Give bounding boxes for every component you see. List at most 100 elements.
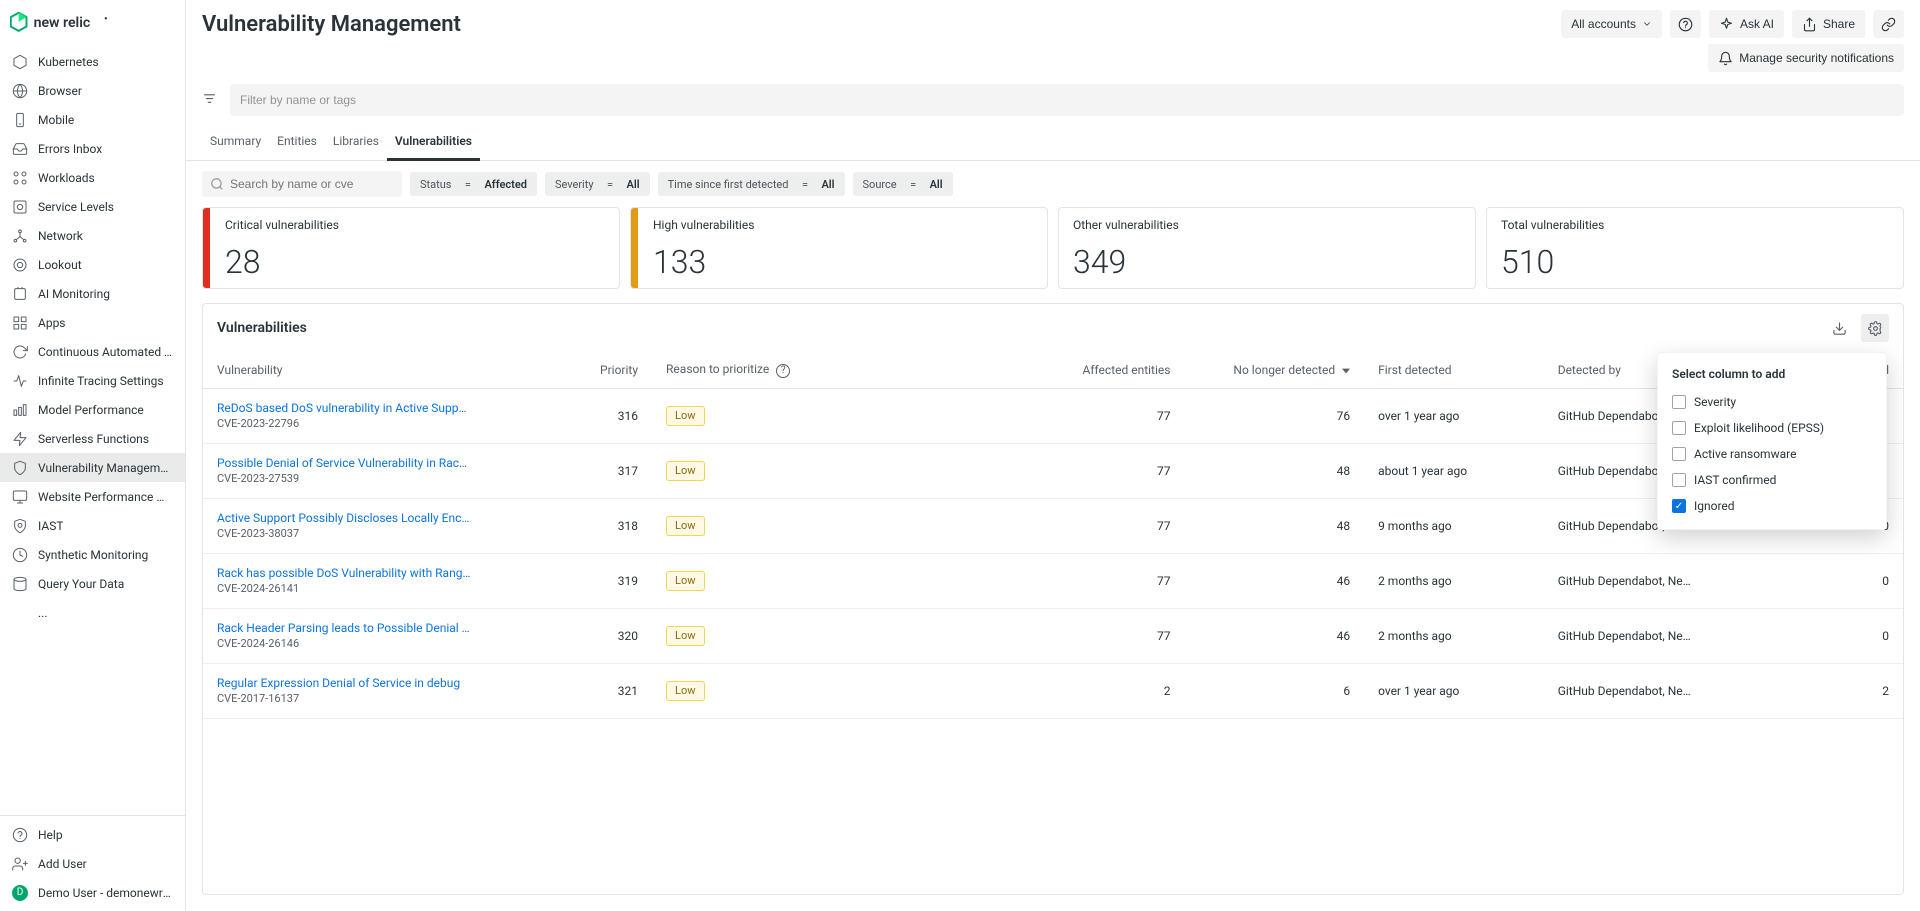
- add-user-link[interactable]: Add User: [0, 849, 185, 878]
- vulnerability-link[interactable]: ReDoS based DoS vulnerability in Active …: [217, 401, 467, 415]
- col-header-vulnerability[interactable]: Vulnerability: [203, 352, 562, 388]
- vulnerability-link[interactable]: Rack Header Parsing leads to Possible De…: [217, 621, 470, 635]
- sidebar-item-browser[interactable]: Browser: [0, 76, 185, 105]
- brand-logo[interactable]: new relic: [0, 0, 185, 47]
- vulnerability-link[interactable]: Possible Denial of Service Vulnerability…: [217, 456, 467, 470]
- sidebar-item-more[interactable]: ...: [0, 598, 185, 627]
- sidebar-item-mobile[interactable]: Mobile: [0, 105, 185, 134]
- cve-id: CVE-2024-26146: [217, 637, 548, 650]
- sidebar-item-label: Model Performance: [38, 403, 144, 417]
- vulnerability-link[interactable]: Rack has possible DoS Vulnerability with…: [217, 566, 470, 580]
- export-button[interactable]: [1825, 314, 1853, 342]
- table-section: Vulnerabilities Select column to add Sev…: [186, 303, 1920, 911]
- sidebar-item-tracing[interactable]: Infinite Tracing Settings: [0, 366, 185, 395]
- copy-link-button[interactable]: [1873, 10, 1904, 38]
- column-option-ignored[interactable]: ✓ Ignored: [1658, 493, 1886, 519]
- severity-pill: Low: [666, 681, 704, 701]
- severity-pill: Low: [666, 571, 704, 591]
- tab-entities[interactable]: Entities: [269, 126, 325, 161]
- add-user-icon: [12, 856, 28, 872]
- help-link[interactable]: Help: [0, 820, 185, 849]
- header-help-button[interactable]: [1670, 10, 1701, 38]
- cell-ignored: 2: [1723, 663, 1903, 718]
- column-option-label: Active ransomware: [1694, 447, 1796, 461]
- global-filter-bar: [186, 84, 1920, 126]
- vulnerability-link[interactable]: Active Support Possibly Discloses Locall…: [217, 511, 469, 525]
- sidebar-item-vulnerability[interactable]: Vulnerability Management: [0, 453, 185, 482]
- sidebar-item-apps[interactable]: Apps: [0, 308, 185, 337]
- column-option-iast-confirmed[interactable]: IAST confirmed: [1658, 467, 1886, 493]
- local-search-input[interactable]: [202, 171, 402, 197]
- table-row[interactable]: Regular Expression Denial of Service in …: [203, 663, 1903, 718]
- vulnerability-link[interactable]: Regular Expression Denial of Service in …: [217, 676, 460, 690]
- sidebar-item-kubernetes[interactable]: Kubernetes: [0, 47, 185, 76]
- accounts-dropdown[interactable]: All accounts: [1561, 10, 1662, 38]
- more-icon: [12, 605, 28, 621]
- cell-first-detected: about 1 year ago: [1364, 443, 1544, 498]
- sidebar-item-network[interactable]: Network: [0, 221, 185, 250]
- summary-card-high-vulnerabilities[interactable]: High vulnerabilities 133: [630, 207, 1048, 289]
- filter-pill-severity[interactable]: Severity = All: [545, 172, 650, 196]
- cell-entities: 2: [1011, 663, 1184, 718]
- query-icon: [12, 576, 28, 592]
- avatar: D: [12, 885, 28, 901]
- tab-libraries[interactable]: Libraries: [325, 126, 387, 161]
- table-row[interactable]: Rack Header Parsing leads to Possible De…: [203, 608, 1903, 663]
- summary-card-total-vulnerabilities[interactable]: Total vulnerabilities 510: [1486, 207, 1904, 289]
- summary-card-critical-vulnerabilities[interactable]: Critical vulnerabilities 28: [202, 207, 620, 289]
- cell-reason: Low: [652, 608, 1011, 663]
- column-option-severity[interactable]: Severity: [1658, 389, 1886, 415]
- sidebar-item-continuous-automated[interactable]: Continuous Automated T…: [0, 337, 185, 366]
- sidebar-item-iast[interactable]: IAST: [0, 511, 185, 540]
- table-row[interactable]: Rack has possible DoS Vulnerability with…: [203, 553, 1903, 608]
- cell-reason: Low: [652, 388, 1011, 443]
- vulnerabilities-table: Vulnerability Priority Reason to priorit…: [203, 352, 1903, 719]
- sidebar-item-lookout[interactable]: Lookout: [0, 250, 185, 279]
- column-option-exploit-likelihood-epss-[interactable]: Exploit likelihood (EPSS): [1658, 415, 1886, 441]
- summary-card-other-vulnerabilities[interactable]: Other vulnerabilities 349: [1058, 207, 1476, 289]
- sidebar-item-service-levels[interactable]: Service Levels: [0, 192, 185, 221]
- cell-first-detected: 2 months ago: [1364, 553, 1544, 608]
- filter-pill-time-since-first-detected[interactable]: Time since first detected = All: [658, 172, 845, 196]
- add-user-label: Add User: [38, 857, 87, 871]
- user-menu[interactable]: D Demo User - demonewrel…: [0, 878, 185, 907]
- table-row[interactable]: ReDoS based DoS vulnerability in Active …: [203, 388, 1903, 443]
- column-settings-button[interactable]: [1861, 314, 1889, 342]
- cell-entities: 77: [1011, 498, 1184, 553]
- table-row[interactable]: Active Support Possibly Discloses Locall…: [203, 498, 1903, 553]
- notifications-button[interactable]: Manage security notifications: [1708, 44, 1904, 72]
- sidebar-item-label: AI Monitoring: [38, 287, 110, 301]
- sidebar-item-label: Kubernetes: [38, 55, 99, 69]
- svg-text:new relic: new relic: [34, 15, 91, 31]
- help-tooltip-icon[interactable]: ?: [776, 364, 790, 378]
- sidebar-item-website-performance[interactable]: Website Performance Mo…: [0, 482, 185, 511]
- table-row[interactable]: Possible Denial of Service Vulnerability…: [203, 443, 1903, 498]
- share-button[interactable]: Share: [1792, 10, 1865, 38]
- cell-vulnerability: Possible Denial of Service Vulnerability…: [203, 443, 562, 498]
- tab-vulnerabilities[interactable]: Vulnerabilities: [387, 126, 480, 161]
- global-filter-input[interactable]: [230, 84, 1904, 116]
- col-header-nld[interactable]: No longer detected: [1184, 352, 1364, 388]
- col-header-entities[interactable]: Affected entities: [1011, 352, 1184, 388]
- panel-title: Vulnerabilities: [217, 320, 307, 336]
- filter-pill-source[interactable]: Source = All: [853, 172, 953, 196]
- sidebar-item-workloads[interactable]: Workloads: [0, 163, 185, 192]
- sidebar-item-label: Workloads: [38, 171, 95, 185]
- sidebar-item-ai-monitoring[interactable]: AI Monitoring: [0, 279, 185, 308]
- table-scroll[interactable]: Vulnerability Priority Reason to priorit…: [203, 352, 1903, 894]
- col-header-reason[interactable]: Reason to prioritize ?: [652, 352, 1011, 388]
- column-option-active-ransomware[interactable]: Active ransomware: [1658, 441, 1886, 467]
- sidebar-footer: Help Add User D Demo User - demonewrel…: [0, 815, 185, 911]
- ask-ai-button[interactable]: Ask AI: [1709, 10, 1784, 38]
- sidebar-item-serverless[interactable]: Serverless Functions: [0, 424, 185, 453]
- sidebar-item-label: Continuous Automated T…: [38, 345, 173, 359]
- filter-pill-status[interactable]: Status = Affected: [410, 172, 537, 196]
- sidebar-item-query[interactable]: Query Your Data: [0, 569, 185, 598]
- sidebar-item-synthetic[interactable]: Synthetic Monitoring: [0, 540, 185, 569]
- col-header-first-detected[interactable]: First detected: [1364, 352, 1544, 388]
- col-header-priority[interactable]: Priority: [562, 352, 652, 388]
- tab-summary[interactable]: Summary: [202, 126, 269, 161]
- sidebar-item-errors-inbox[interactable]: Errors Inbox: [0, 134, 185, 163]
- filter-funnel-icon[interactable]: [202, 91, 220, 109]
- sidebar-item-model-performance[interactable]: Model Performance: [0, 395, 185, 424]
